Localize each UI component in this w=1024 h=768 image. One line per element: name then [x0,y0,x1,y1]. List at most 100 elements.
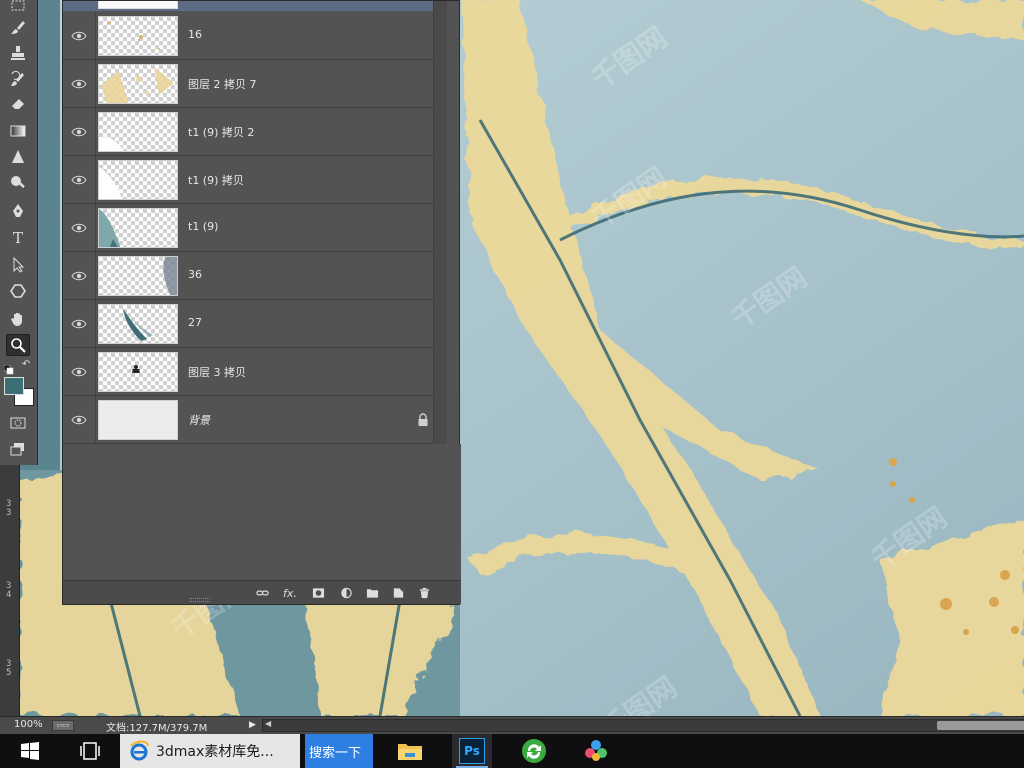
selected-layer-row[interactable] [63,1,447,11]
photoshop-taskbar-button[interactable]: Ps [452,734,492,768]
gradient-icon[interactable] [6,120,30,142]
layer-thumbnail [98,16,178,56]
default-colors-icon[interactable] [3,360,14,375]
layers-panel-footer: fx. [63,580,461,604]
layer-row[interactable]: 27 [63,300,447,348]
task-view-button[interactable] [70,734,110,768]
flower-app-icon [585,740,607,761]
stamp-icon[interactable] [6,42,30,64]
layer-row[interactable]: 图层 3 拷贝 [63,348,447,396]
foreground-color-swatch[interactable] [4,377,24,395]
link-icon[interactable] [253,585,271,601]
layer-name: 36 [188,268,202,281]
start-button[interactable] [10,734,50,768]
layer-list: 16 图层 2 拷贝 7 t1 (9) 拷贝 2 t1 (9) 拷贝 t1 (9… [63,1,447,444]
layer-name: t1 (9) 拷贝 [188,174,244,187]
layer-thumbnail [98,160,178,200]
browser-window-title: 3dmax素材库免... [156,744,274,760]
layer-name: 27 [188,316,202,329]
layer-row[interactable]: t1 (9) 拷贝 2 [63,108,447,156]
scroll-left-icon[interactable]: ◀ [265,719,271,728]
layer-thumbnail [98,352,178,392]
layer-row[interactable]: 背景 [63,396,447,444]
scrollbar-thumb[interactable] [937,721,1024,730]
windows-taskbar: 3dmax素材库免... 搜索一下 Ps [0,734,1024,768]
layer-thumbnail [98,304,178,344]
ie-browser-icon [130,740,149,761]
adjustment-icon[interactable] [337,585,355,601]
layer-name: t1 (9) 拷贝 2 [188,126,255,139]
hand-icon[interactable] [6,308,30,330]
ruler-label: 34 [6,581,12,600]
layer-thumbnail [98,64,178,104]
layer-name: 图层 3 拷贝 [188,366,246,379]
eye-icon[interactable] [71,364,87,380]
horizontal-scrollbar[interactable]: ◀ [262,719,1024,732]
zoom-level[interactable]: 100% [14,719,43,730]
layer-thumbnail [98,256,178,296]
layer-thumbnail [98,112,178,152]
zoom-icon[interactable] [6,334,30,356]
layer-name: 16 [188,28,202,41]
zoom-preview-icon[interactable]: ▭▭ [52,720,74,731]
layer-list-empty-area [63,444,461,580]
status-menu-arrow-icon[interactable]: ▶ [249,720,256,730]
eye-icon[interactable] [71,412,87,428]
layers-scrollbar[interactable] [433,1,447,444]
blur-icon[interactable] [6,146,30,168]
folder-icon[interactable] [363,585,381,601]
layer-row[interactable]: 36 [63,252,447,300]
eye-icon[interactable] [71,172,87,188]
layer-thumbnail [98,208,178,248]
windows-icon [21,742,39,760]
tools-panel: T ↶ [0,0,38,465]
layer-row[interactable]: t1 (9) 拷贝 [63,156,447,204]
path-select-icon[interactable] [6,254,30,276]
mask-icon[interactable] [309,585,327,601]
colorful-app-button[interactable] [578,734,614,768]
pen-icon[interactable] [6,200,30,222]
eye-icon[interactable] [71,268,87,284]
search-button[interactable]: 搜索一下 [305,734,373,768]
layer-name: t1 (9) [188,220,219,233]
eye-icon[interactable] [71,28,87,44]
green-refresh-icon [522,739,546,763]
new-layer-icon[interactable] [389,585,407,601]
eye-icon[interactable] [71,76,87,92]
lock-icon [418,413,428,426]
taskbar-browser-window[interactable]: 3dmax素材库免... [120,734,300,768]
eye-icon[interactable] [71,220,87,236]
folder-icon [398,744,422,760]
ruler-label: 35 [6,659,12,678]
shape-icon[interactable] [6,280,30,302]
document-size-info: 文档:127.7M/379.7M [106,723,208,734]
layer-name: 图层 2 拷贝 7 [188,78,257,91]
search-button-label: 搜索一下 [309,745,362,761]
layer-thumbnail [98,400,178,440]
brush-icon[interactable] [6,16,30,38]
trash-icon[interactable] [415,585,433,601]
layer-row[interactable]: 图层 2 拷贝 7 [63,60,447,108]
layer-row[interactable]: 16 [63,12,447,60]
photoshop-icon: Ps [459,738,485,764]
ruler-label: 33 [6,499,12,518]
task-view-icon [80,742,100,760]
eraser-icon[interactable] [6,92,30,114]
eye-icon[interactable] [71,124,87,140]
panel-resize-grip[interactable] [190,598,210,602]
status-bar: 100% ▭▭ 文档:127.7M/379.7M ▶ ◀ [0,716,1024,734]
layer-name: 背景 [188,414,210,427]
type-icon[interactable]: T [6,227,30,249]
history-brush-icon[interactable] [6,68,30,90]
layers-panel: 16 图层 2 拷贝 7 t1 (9) 拷贝 2 t1 (9) 拷贝 t1 (9… [62,0,461,605]
screen-mode-icon[interactable] [6,438,30,460]
swap-colors-icon[interactable]: ↶ [22,360,34,370]
file-explorer-button[interactable] [392,734,428,768]
marquee-icon[interactable] [6,0,30,16]
green-app-button[interactable] [516,734,552,768]
layer-row[interactable]: t1 (9) [63,204,447,252]
dodge-icon[interactable] [6,172,30,194]
fx-button[interactable]: fx. [281,585,299,601]
eye-icon[interactable] [71,316,87,332]
quick-mask-icon[interactable] [6,412,30,434]
